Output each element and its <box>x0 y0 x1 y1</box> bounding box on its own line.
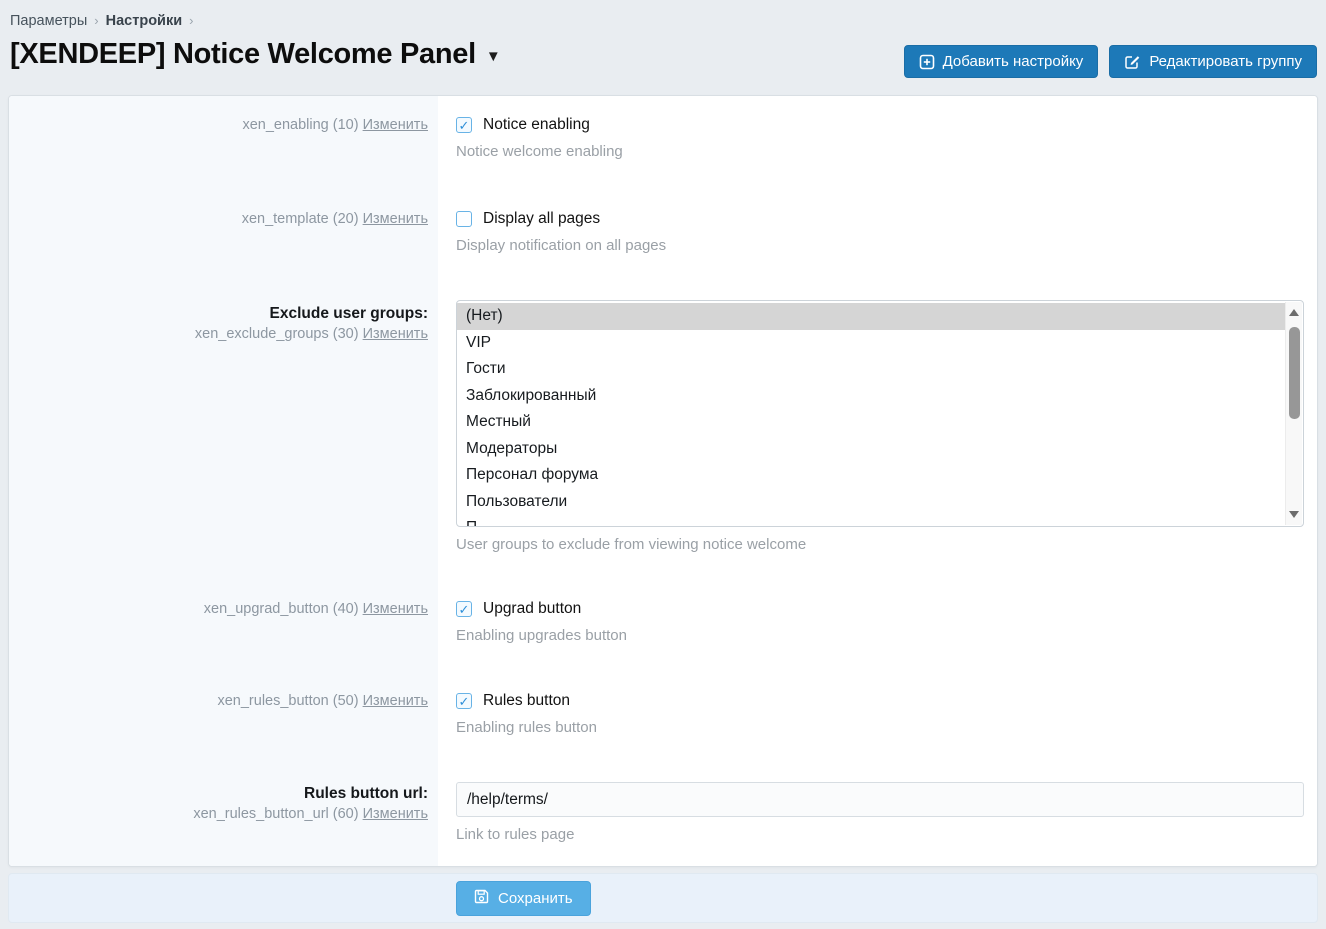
setting-description: User groups to exclude from viewing noti… <box>456 536 1304 553</box>
setting-meta: xen_rules_button (50) <box>217 693 358 709</box>
setting-label-cell: Exclude user groups: xen_exclude_groups … <box>9 284 438 580</box>
setting-meta: xen_exclude_groups (30) <box>195 326 359 342</box>
setting-row-xen-upgrad-button: xen_upgrad_button (40) Изменить ✓ Upgrad… <box>9 580 1317 672</box>
listbox-option[interactable]: Местный <box>457 409 1285 436</box>
breadcrumb-separator: › <box>94 13 98 28</box>
listbox-option[interactable]: Персонал форума <box>457 462 1285 489</box>
setting-description: Display notification on all pages <box>456 237 1304 254</box>
setting-meta: xen_enabling (10) <box>242 117 358 133</box>
edit-setting-link[interactable]: Изменить <box>363 693 428 709</box>
form-footer: Сохранить <box>8 873 1318 923</box>
edit-group-button[interactable]: Редактировать группу <box>1109 45 1317 78</box>
setting-control-cell: ✓ Upgrad button Enabling upgrades button <box>438 580 1317 672</box>
edit-setting-link[interactable]: Изменить <box>363 211 428 227</box>
rules-url-input[interactable] <box>456 782 1304 817</box>
listbox-option[interactable]: (Нет) <box>457 303 1285 330</box>
edit-setting-link[interactable]: Изменить <box>363 806 428 822</box>
listbox-option[interactable]: Модераторы <box>457 436 1285 463</box>
setting-label-cell: xen_enabling (10) Изменить <box>9 96 438 190</box>
settings-form: xen_enabling (10) Изменить ✓ Notice enab… <box>8 95 1318 867</box>
setting-meta: xen_rules_button_url (60) <box>193 806 358 822</box>
scroll-up-icon[interactable] <box>1289 309 1299 316</box>
checkbox-label: Upgrad button <box>483 600 581 618</box>
plus-square-icon <box>919 54 935 70</box>
setting-label-cell: Rules button url: xen_rules_button_url (… <box>9 764 438 866</box>
setting-label-cell: xen_template (20) Изменить <box>9 190 438 284</box>
edit-group-button-label: Редактировать группу <box>1149 53 1302 70</box>
add-setting-button-label: Добавить настройку <box>943 53 1084 70</box>
check-mark-icon: ✓ <box>459 119 470 132</box>
setting-title: Exclude user groups: <box>19 305 428 323</box>
edit-setting-link[interactable]: Изменить <box>363 117 428 133</box>
setting-label-cell: xen_upgrad_button (40) Изменить <box>9 580 438 672</box>
breadcrumb-separator: › <box>189 13 193 28</box>
listbox-option[interactable]: Пользователи <box>457 489 1285 516</box>
floppy-disk-icon <box>474 889 489 908</box>
setting-row-xen-rules-button-url: Rules button url: xen_rules_button_url (… <box>9 764 1317 866</box>
setting-row-xen-exclude-groups: Exclude user groups: xen_exclude_groups … <box>9 284 1317 580</box>
setting-row-xen-template: xen_template (20) Изменить ✓ Display all… <box>9 190 1317 284</box>
breadcrumb-item-settings[interactable]: Настройки <box>106 13 183 29</box>
listbox-option-clipped[interactable]: П <box>457 515 1285 527</box>
setting-meta: xen_upgrad_button (40) <box>204 601 359 617</box>
checkbox-label: Display all pages <box>483 210 600 228</box>
header-buttons: Добавить настройку Редактировать группу <box>904 45 1317 78</box>
check-mark-icon: ✓ <box>459 603 470 616</box>
checkbox-row[interactable]: ✓ Display all pages <box>456 210 600 228</box>
setting-control-cell: (Нет) VIP Гости Заблокированный Местный … <box>438 284 1317 580</box>
setting-description: Enabling upgrades button <box>456 627 1304 644</box>
listbox-option[interactable]: Гости <box>457 356 1285 383</box>
setting-description: Enabling rules button <box>456 719 1304 736</box>
checkbox-icon[interactable]: ✓ <box>456 601 472 617</box>
setting-row-xen-rules-button: xen_rules_button (50) Изменить ✓ Rules b… <box>9 672 1317 764</box>
checkbox-label: Rules button <box>483 692 570 710</box>
breadcrumb-item-parameters[interactable]: Параметры <box>10 13 87 29</box>
page-title: [XENDEEP] Notice Welcome Panel <box>10 38 476 71</box>
setting-meta: xen_template (20) <box>242 211 359 227</box>
checkbox-row[interactable]: ✓ Rules button <box>456 692 570 710</box>
edit-setting-link[interactable]: Изменить <box>363 326 428 342</box>
setting-label-cell: xen_rules_button (50) Изменить <box>9 672 438 764</box>
checkbox-icon[interactable]: ✓ <box>456 211 472 227</box>
chevron-down-icon: ▼ <box>486 44 501 65</box>
listbox-scrollbar[interactable] <box>1285 302 1302 525</box>
edit-setting-link[interactable]: Изменить <box>363 601 428 617</box>
checkbox-row[interactable]: ✓ Upgrad button <box>456 600 581 618</box>
page-header: Параметры › Настройки › [XENDEEP] Notice We… <box>0 0 1326 95</box>
breadcrumb: Параметры › Настройки › <box>10 13 1318 29</box>
checkbox-row[interactable]: ✓ Notice enabling <box>456 116 590 134</box>
listbox-option[interactable]: Заблокированный <box>457 383 1285 410</box>
page-title-menu[interactable]: [XENDEEP] Notice Welcome Panel ▼ <box>10 38 501 71</box>
scrollbar-thumb[interactable] <box>1289 327 1300 419</box>
scroll-down-icon[interactable] <box>1289 511 1299 518</box>
save-button[interactable]: Сохранить <box>456 881 591 916</box>
listbox-option[interactable]: VIP <box>457 330 1285 357</box>
checkbox-icon[interactable]: ✓ <box>456 117 472 133</box>
setting-control-cell: ✓ Display all pages Display notification… <box>438 190 1317 284</box>
save-button-label: Сохранить <box>498 890 573 907</box>
edit-pencil-icon <box>1124 54 1141 70</box>
exclude-groups-listbox: (Нет) VIP Гости Заблокированный Местный … <box>456 300 1304 527</box>
setting-title: Rules button url: <box>19 785 428 803</box>
setting-control-cell: Link to rules page <box>438 764 1317 866</box>
setting-control-cell: ✓ Rules button Enabling rules button <box>438 672 1317 764</box>
setting-description: Link to rules page <box>456 826 1304 843</box>
setting-control-cell: ✓ Notice enabling Notice welcome enablin… <box>438 96 1317 190</box>
checkbox-label: Notice enabling <box>483 116 590 134</box>
setting-row-xen-enabling: xen_enabling (10) Изменить ✓ Notice enab… <box>9 96 1317 190</box>
setting-description: Notice welcome enabling <box>456 143 1304 160</box>
checkbox-icon[interactable]: ✓ <box>456 693 472 709</box>
check-mark-icon: ✓ <box>459 695 470 708</box>
add-setting-button[interactable]: Добавить настройку <box>904 45 1099 78</box>
